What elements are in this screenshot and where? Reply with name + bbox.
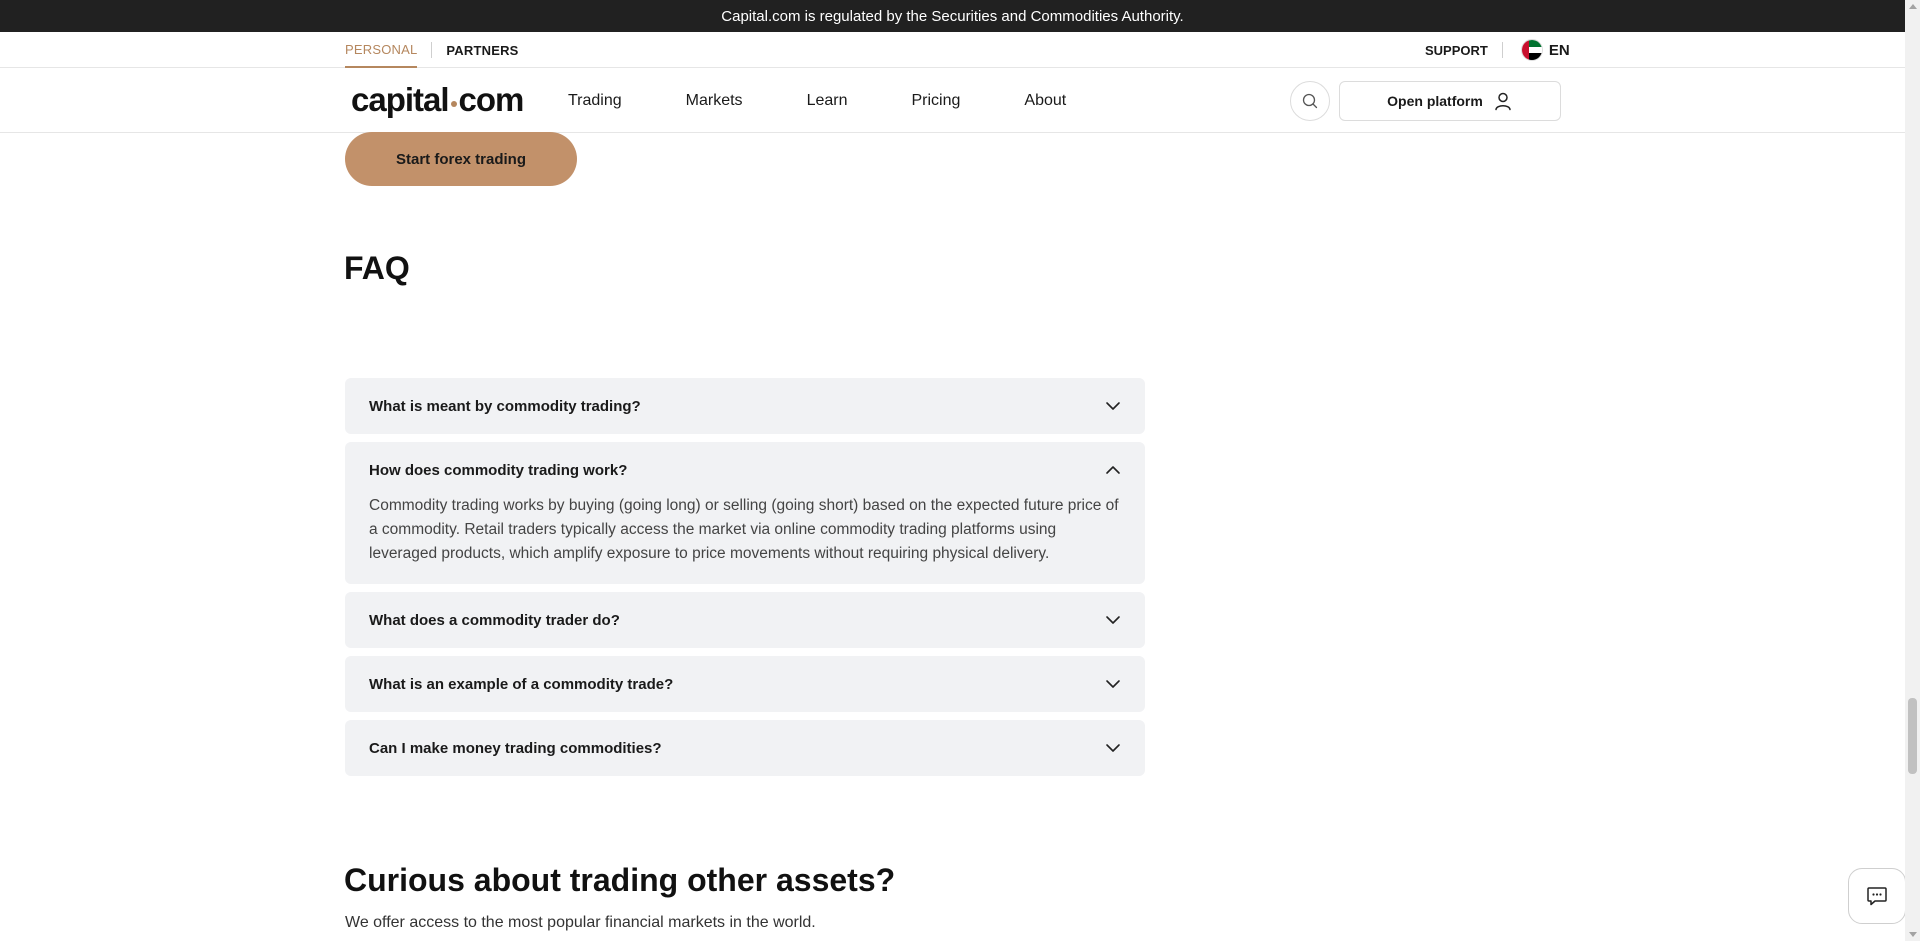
faq-item-expanded: How does commodity trading work? Commodi… <box>345 442 1145 584</box>
faq-item: What does a commodity trader do? <box>345 592 1145 648</box>
chevron-up-icon <box>1106 466 1120 474</box>
scroll-up-arrow[interactable] <box>1909 4 1917 9</box>
faq-question: How does commodity trading work? <box>369 461 628 479</box>
faq-question-toggle[interactable]: How does commodity trading work? <box>345 442 1145 498</box>
divider <box>431 42 433 58</box>
nav-link-learn[interactable]: Learn <box>807 92 848 110</box>
page-scrollbar[interactable] <box>1905 0 1920 941</box>
faq-question: Can I make money trading commodities? <box>369 739 662 757</box>
chat-button[interactable] <box>1848 868 1906 924</box>
nav-link-trading[interactable]: Trading <box>568 92 622 110</box>
logo-dot <box>450 101 457 107</box>
audience-nav: PERSONAL PARTNERS SUPPORT EN <box>0 32 1905 68</box>
nav-links: Trading Markets Learn Pricing About <box>568 68 1130 133</box>
divider <box>1501 42 1503 58</box>
other-assets-heading: Curious about trading other assets? <box>344 862 896 898</box>
chevron-down-icon <box>1106 744 1120 752</box>
chevron-down-icon <box>1106 402 1120 410</box>
open-platform-label: Open platform <box>1387 93 1483 109</box>
faq-item: What is meant by commodity trading? <box>345 378 1145 434</box>
open-platform-button[interactable]: Open platform <box>1339 81 1561 121</box>
faq-question-toggle[interactable]: What is an example of a commodity trade? <box>345 656 1145 712</box>
capital-logo[interactable]: capital com <box>351 81 525 119</box>
faq-list: What is meant by commodity trading? How … <box>345 378 1145 784</box>
faq-question-toggle[interactable]: Can I make money trading commodities? <box>345 720 1145 776</box>
regulation-banner: Capital.com is regulated by the Securiti… <box>0 0 1905 32</box>
search-button[interactable] <box>1290 81 1330 121</box>
nav-link-markets[interactable]: Markets <box>686 92 743 110</box>
faq-question: What does a commodity trader do? <box>369 611 620 629</box>
logo-text-capital: capital <box>351 81 450 118</box>
uae-flag-icon <box>1520 39 1543 61</box>
nav-link-pricing[interactable]: Pricing <box>911 92 960 110</box>
logo-text-com: com <box>458 81 525 118</box>
tab-personal[interactable]: PERSONAL <box>345 32 418 68</box>
faq-answer: Commodity trading works by buying (going… <box>369 497 1119 562</box>
faq-heading: FAQ <box>344 250 410 286</box>
language-selector[interactable]: EN <box>1520 39 1570 61</box>
support-link[interactable]: SUPPORT <box>1425 43 1488 58</box>
faq-question: What is meant by commodity trading? <box>369 397 641 415</box>
tab-partners[interactable]: PARTNERS <box>446 32 518 68</box>
start-forex-trading-button[interactable]: Start forex trading <box>345 132 577 186</box>
chevron-down-icon <box>1106 680 1120 688</box>
main-nav: capital com Trading Markets Learn Pricing… <box>0 68 1905 133</box>
scrollbar-thumb[interactable] <box>1908 698 1917 774</box>
faq-item: What is an example of a commodity trade? <box>345 656 1145 712</box>
regulation-text: Capital.com is regulated by the Securiti… <box>721 7 1184 25</box>
chat-icon <box>1867 887 1887 906</box>
faq-question-toggle[interactable]: What is meant by commodity trading? <box>345 378 1145 434</box>
search-icon <box>1302 93 1318 109</box>
other-assets-subtitle: We offer access to the most popular fina… <box>345 914 816 931</box>
faq-question-toggle[interactable]: What does a commodity trader do? <box>345 592 1145 648</box>
language-code: EN <box>1548 41 1570 59</box>
faq-question: What is an example of a commodity trade? <box>369 675 674 693</box>
chevron-down-icon <box>1106 616 1120 624</box>
nav-link-about[interactable]: About <box>1024 92 1066 110</box>
user-icon <box>1495 92 1511 111</box>
faq-item: Can I make money trading commodities? <box>345 720 1145 776</box>
scroll-down-arrow[interactable] <box>1909 932 1917 937</box>
